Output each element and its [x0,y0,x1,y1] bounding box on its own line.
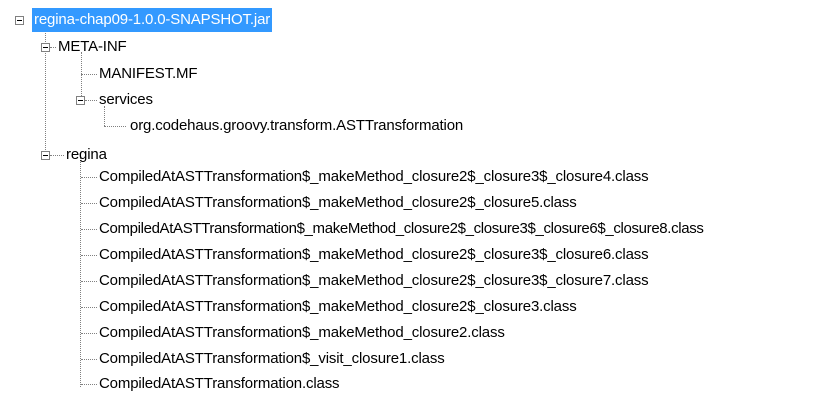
regina-label[interactable]: regina [66,143,107,167]
tree-connector-line [81,177,97,178]
tree-connector-line [81,384,97,385]
tree-node-class-file[interactable]: CompiledAtASTTransformation$_makeMethod_… [0,321,835,345]
tree-node-service-file[interactable]: org.codehaus.groovy.transform.ASTTransfo… [0,114,540,138]
tree-node-services[interactable]: services [0,88,200,112]
jar-tree-view[interactable]: regina-chap09-1.0.0-SNAPSHOT.jar META-IN… [0,0,835,395]
tree-node-manifest[interactable]: MANIFEST.MF [0,62,240,86]
services-label[interactable]: services [99,88,153,112]
tree-node-class-file[interactable]: CompiledAtASTTransformation$_makeMethod_… [0,217,835,241]
tree-connector-line [81,359,97,360]
tree-connector-line [81,203,97,204]
tree-node-class-file[interactable]: CompiledAtASTTransformation$_makeMethod_… [0,165,835,189]
class-file-label[interactable]: CompiledAtASTTransformation$_makeMethod_… [99,165,649,189]
class-file-label[interactable]: CompiledAtASTTransformation$_makeMethod_… [99,321,505,345]
tree-node-class-file[interactable]: CompiledAtASTTransformation$_makeMethod_… [0,191,835,215]
collapse-toggle-icon[interactable] [41,43,50,52]
service-file-label[interactable]: org.codehaus.groovy.transform.ASTTransfo… [130,114,463,138]
tree-connector-line [81,255,97,256]
tree-node-class-file[interactable]: CompiledAtASTTransformation$_makeMethod_… [0,295,835,319]
tree-node-class-file[interactable]: CompiledAtASTTransformation.class [0,372,835,396]
class-file-label[interactable]: CompiledAtASTTransformation$_makeMethod_… [99,191,577,215]
tree-node-class-file[interactable]: CompiledAtASTTransformation$_visit_closu… [0,347,835,371]
tree-node-class-file[interactable]: CompiledAtASTTransformation$_makeMethod_… [0,269,835,293]
tree-connector-line [50,47,56,48]
manifest-label[interactable]: MANIFEST.MF [99,62,198,86]
collapse-toggle-icon[interactable] [76,96,85,105]
class-file-label[interactable]: CompiledAtASTTransformation$_makeMethod_… [99,295,577,319]
meta-inf-label[interactable]: META-INF [58,35,127,59]
tree-connector-line [81,74,97,75]
class-file-label[interactable]: CompiledAtASTTransformation$_visit_closu… [99,347,445,371]
class-file-label[interactable]: CompiledAtASTTransformation.class [99,372,340,396]
root-jar-label[interactable]: regina-chap09-1.0.0-SNAPSHOT.jar [32,8,273,32]
tree-connector-line [81,307,97,308]
class-file-label[interactable]: CompiledAtASTTransformation$_makeMethod_… [99,269,649,293]
tree-node-root[interactable]: regina-chap09-1.0.0-SNAPSHOT.jar [0,8,330,32]
tree-connector-line [50,155,64,156]
tree-node-meta-inf[interactable]: META-INF [0,35,200,59]
tree-connector-line [81,333,97,334]
tree-connector-line [104,126,126,127]
tree-node-regina[interactable]: regina [0,143,200,167]
class-file-label[interactable]: CompiledAtASTTransformation$_makeMethod_… [99,217,704,241]
tree-connector-line [81,229,97,230]
collapse-toggle-icon[interactable] [15,16,24,25]
tree-connector-line [85,100,97,101]
collapse-toggle-icon[interactable] [41,151,50,160]
class-file-label[interactable]: CompiledAtASTTransformation$_makeMethod_… [99,243,649,267]
tree-connector-line [81,281,97,282]
tree-node-class-file[interactable]: CompiledAtASTTransformation$_makeMethod_… [0,243,835,267]
